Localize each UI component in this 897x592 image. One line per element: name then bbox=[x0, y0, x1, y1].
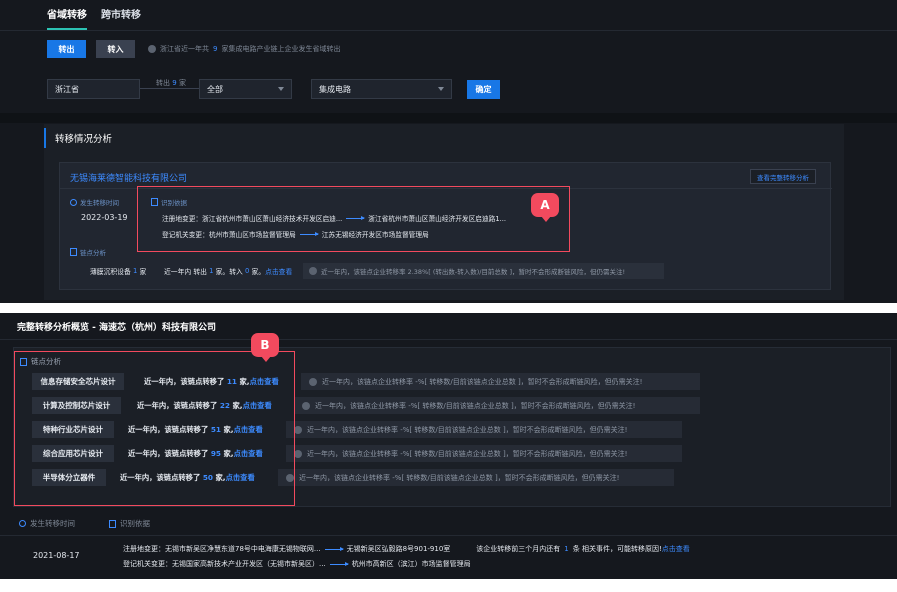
org-change-to: 杭州市高新区（滨江）市场监督管理局 bbox=[351, 560, 471, 568]
node-name-suffix: 家 bbox=[139, 268, 147, 276]
connector-prefix: 转出 bbox=[156, 79, 170, 87]
row-notice: 近一年内，该链点企业转移率 -%[ 转移数/目前该链点企业总数 ]，暂时不会形成… bbox=[301, 373, 700, 390]
info-icon bbox=[302, 401, 310, 410]
chain-value: 集成电路 bbox=[319, 84, 351, 94]
node-stats: 近一年内 转出 1 家。转入 0 家。 点击查看 bbox=[164, 263, 292, 279]
document-icon bbox=[109, 519, 116, 528]
confirm-button[interactable]: 确定 bbox=[467, 80, 500, 99]
connector-label: 转出 9 家 bbox=[156, 78, 186, 88]
registration-change-row: 注册地变更： 无锡市新吴区净慧东道78号中电海康无锡物联网... 无锡新吴区弘毅… bbox=[123, 544, 690, 554]
info-icon bbox=[294, 449, 302, 458]
row-notice: 近一年内，该链点企业转移率 -%[ 转移数/目前该链点企业总数 ]，暂时不会形成… bbox=[286, 421, 682, 438]
view-full-analysis-button[interactable]: 查看完整转移分析 bbox=[750, 169, 816, 184]
node-name-text: 薄膜沉积设备 bbox=[90, 268, 131, 276]
node-analysis-text: 链点分析 bbox=[80, 249, 106, 257]
risk-notice-text: 近一年内，该链点企业转移率 2.38%[ (转出数-转入数)/目前总数 ]，暂时… bbox=[321, 268, 626, 276]
org-change-label: 登记机关变更： bbox=[123, 560, 172, 568]
org-change-from: 无锡国家高新技术产业开发区（无锡市新吴区）... bbox=[172, 560, 326, 568]
summary-prefix: 浙江省近一年共 bbox=[160, 45, 209, 53]
tab-province-transfer[interactable]: 省域转移 bbox=[47, 6, 87, 30]
event-prefix: 该企业转移前三个月内还有 bbox=[476, 545, 561, 553]
overview-panel: 完整转移分析概览 - 海速芯（杭州）科技有限公司 链点分析 信息存储安全芯片设计… bbox=[0, 313, 897, 579]
row-notice-text: 近一年内，该链点企业转移率 -%[ 转移数/目前该链点企业总数 ]，暂时不会形成… bbox=[307, 425, 628, 434]
transfer-time-label: 发生转移时间 bbox=[70, 197, 119, 207]
reg-change-label: 注册地变更： bbox=[123, 545, 165, 553]
row-notice: 近一年内，该链点企业转移率 -%[ 转移数/目前该链点企业总数 ]，暂时不会形成… bbox=[286, 445, 682, 462]
reg-change-from: 无锡市新吴区净慧东道78号中电海康无锡物联网... bbox=[165, 545, 321, 553]
transfer-summary: 浙江省近一年共 9 家集成电路产业链上企业发生省域转出 bbox=[148, 40, 340, 58]
chain-select[interactable]: 集成电路 bbox=[311, 79, 452, 99]
node-out-count: 1 bbox=[209, 267, 214, 275]
filter-connector bbox=[140, 88, 199, 89]
event-view-link[interactable]: 点击查看 bbox=[662, 544, 690, 554]
arrow-right-icon bbox=[329, 561, 349, 566]
annotation-badge-b: B bbox=[251, 333, 279, 362]
annotation-box-a bbox=[137, 186, 570, 252]
node-name-count: 1 bbox=[132, 267, 138, 275]
transfer-date: 2022-03-19 bbox=[81, 213, 128, 222]
reg-change-to: 无锡新吴区弘毅路8号901-910室 bbox=[346, 545, 451, 553]
basis-text: 识别依据 bbox=[120, 519, 150, 528]
row-notice: 近一年内，该链点企业转移率 -%[ 转移数/目前该链点企业总数 ]，暂时不会形成… bbox=[278, 469, 674, 486]
node-name: 薄膜沉积设备 1 家 bbox=[90, 263, 146, 279]
annotation-box-b bbox=[14, 351, 295, 506]
company-name[interactable]: 无锡海莱德智能科技有限公司 bbox=[70, 171, 187, 184]
transfer-time-text: 发生转移时间 bbox=[80, 199, 119, 207]
arrow-right-icon bbox=[324, 546, 344, 551]
overview-divider bbox=[0, 339, 897, 340]
section-title: 转移情况分析 bbox=[44, 128, 112, 148]
province-field[interactable]: 浙江省 bbox=[47, 79, 140, 99]
transfer-time-text: 发生转移时间 bbox=[30, 519, 75, 528]
row-notice-text: 近一年内，该链点企业转移率 -%[ 转移数/目前该链点企业总数 ]，暂时不会形成… bbox=[307, 449, 628, 458]
province-transfer-panel: 省域转移 跨市转移 转出 转入 浙江省近一年共 9 家集成电路产业链上企业发生省… bbox=[0, 0, 897, 303]
info-icon bbox=[148, 45, 156, 53]
node-stats-prefix: 近一年内 转出 bbox=[164, 268, 207, 276]
connector-suffix: 家 bbox=[178, 79, 186, 87]
clock-icon bbox=[70, 198, 77, 206]
chevron-down-icon bbox=[278, 87, 284, 91]
transfer-out-button[interactable]: 转出 bbox=[47, 40, 86, 58]
transfer-in-button[interactable]: 转入 bbox=[96, 40, 135, 58]
summary-count: 9 bbox=[213, 45, 218, 53]
transfer-date: 2021-08-17 bbox=[33, 551, 80, 560]
row-notice-text: 近一年内，该链点企业转移率 -%[ 转移数/目前该链点企业总数 ]，暂时不会形成… bbox=[299, 473, 620, 482]
node-stats-mid: 家。转入 bbox=[215, 268, 243, 276]
scope-select[interactable]: 全部 bbox=[199, 79, 292, 99]
event-suffix: 条 相关事件，可能转移原因! bbox=[572, 545, 662, 553]
chevron-down-icon bbox=[438, 87, 444, 91]
connector-count: 9 bbox=[172, 79, 177, 87]
province-value: 浙江省 bbox=[55, 84, 79, 94]
clock-icon bbox=[19, 520, 26, 527]
node-view-link[interactable]: 点击查看 bbox=[265, 266, 292, 276]
basis-label: 识别依据 bbox=[109, 518, 150, 529]
info-icon bbox=[309, 377, 317, 386]
tab-bar: 省域转移 跨市转移 bbox=[47, 6, 141, 30]
row-notice-text: 近一年内，该链点企业转移率 -%[ 转移数/目前该链点企业总数 ]，暂时不会形成… bbox=[322, 377, 643, 386]
section-separator bbox=[0, 113, 897, 123]
info-icon bbox=[294, 425, 302, 434]
event-count: 1 bbox=[564, 545, 569, 553]
node-in-count: 0 bbox=[244, 267, 250, 275]
risk-notice: 近一年内，该链点企业转移率 2.38%[ (转出数-转入数)/目前总数 ]，暂时… bbox=[303, 263, 664, 279]
node-stats-suffix: 家。 bbox=[251, 268, 266, 276]
summary-suffix: 家集成电路产业链上企业发生省域转出 bbox=[221, 45, 341, 53]
document-icon bbox=[70, 248, 77, 256]
scope-value: 全部 bbox=[207, 84, 223, 94]
annotation-badge-a: A bbox=[531, 193, 559, 222]
info-icon bbox=[309, 267, 317, 275]
transfer-time-label: 发生转移时间 bbox=[19, 518, 75, 529]
meta-divider bbox=[0, 535, 897, 536]
overview-title: 完整转移分析概览 - 海速芯（杭州）科技有限公司 bbox=[17, 323, 217, 333]
row-notice-text: 近一年内，该链点企业转移率 -%[ 转移数/目前该链点企业总数 ]，暂时不会形成… bbox=[315, 401, 636, 410]
authority-change-row: 登记机关变更： 无锡国家高新技术产业开发区（无锡市新吴区）... 杭州市高新区（… bbox=[123, 559, 471, 569]
tab-divider bbox=[0, 30, 897, 31]
node-analysis-label: 链点分析 bbox=[70, 247, 106, 257]
tab-city-transfer[interactable]: 跨市转移 bbox=[101, 6, 141, 30]
row-notice: 近一年内，该链点企业转移率 -%[ 转移数/目前该链点企业总数 ]，暂时不会形成… bbox=[294, 397, 700, 414]
